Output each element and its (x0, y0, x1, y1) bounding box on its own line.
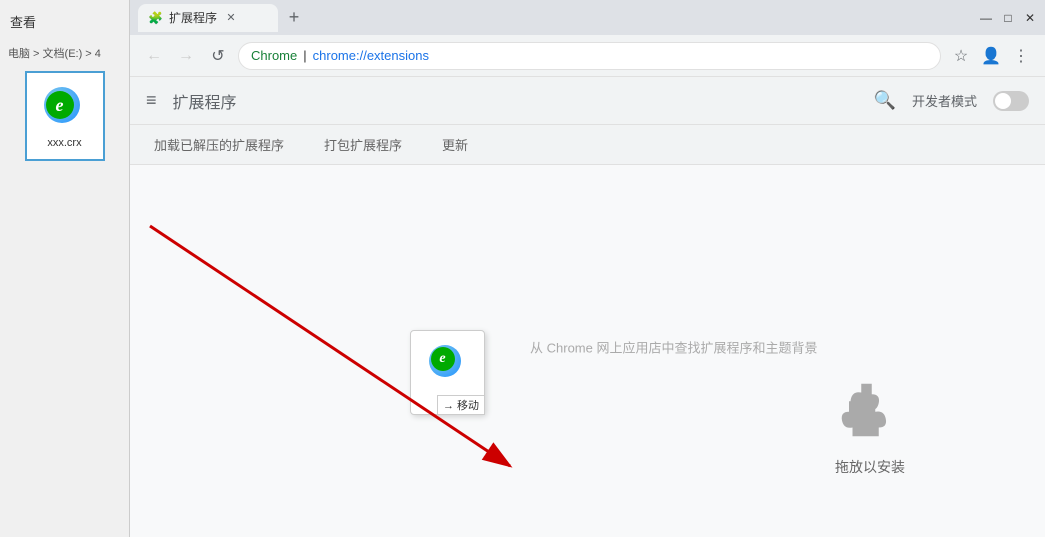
drop-label: 拖放以安装 (835, 457, 905, 477)
drop-zone: 拖放以安装 (835, 375, 905, 477)
ext-search-icon[interactable]: 🔍 (874, 90, 896, 111)
minimize-button[interactable]: — (979, 11, 993, 25)
url-path: chrome://extensions (313, 48, 429, 63)
new-tab-button[interactable]: + (280, 4, 308, 32)
menu-button[interactable]: ⋮ (1009, 44, 1033, 68)
dragging-file: e → 移动 (410, 330, 485, 415)
move-badge: → 移动 (437, 395, 485, 415)
maximize-button[interactable]: □ (1001, 11, 1015, 25)
left-panel: 查看 电脑 > 文档(E:) > 4 e xxx.crx (0, 0, 130, 537)
file-name-label: xxx.crx (47, 137, 81, 149)
extensions-page: ≡ 扩展程序 🔍 开发者模式 加载已解压的扩展程序 打包扩展程序 更新 从 Ch… (130, 77, 1045, 537)
window-controls: — □ ✕ (979, 11, 1037, 25)
page-fold (460, 338, 470, 348)
ext-menu-icon[interactable]: ≡ (146, 90, 157, 111)
url-bar[interactable]: Chrome | chrome://extensions (238, 42, 941, 70)
back-button[interactable]: ← (142, 44, 166, 68)
close-button[interactable]: ✕ (1023, 11, 1037, 25)
url-separator: | (303, 48, 306, 63)
tab-label: 扩展程序 (169, 9, 217, 26)
address-bar: ← → ↺ Chrome | chrome://extensions ☆ 👤 ⋮ (130, 35, 1045, 77)
tab-close-button[interactable]: ✕ (223, 10, 239, 26)
bookmark-button[interactable]: ☆ (949, 44, 973, 68)
title-bar: 🧩 扩展程序 ✕ + — □ ✕ (130, 0, 1045, 35)
view-label: 查看 (8, 8, 121, 35)
ext-page-title: 扩展程序 (173, 89, 858, 113)
update-button[interactable]: 更新 (434, 131, 476, 158)
breadcrumb: 电脑 > 文档(E:) > 4 (8, 45, 121, 61)
crx-file-icon: e (40, 83, 90, 133)
url-protocol: Chrome (251, 48, 297, 63)
ext-main-area: 从 Chrome 网上应用店中查找扩展程序和主题背景 e → 移动 (130, 165, 1045, 537)
extensions-toolbar: ≡ 扩展程序 🔍 开发者模式 (130, 77, 1045, 125)
reload-button[interactable]: ↺ (206, 44, 230, 68)
browser-window: 🧩 扩展程序 ✕ + — □ ✕ ← → ↺ Chrome | chrome:/… (130, 0, 1045, 537)
dev-mode-toggle[interactable] (993, 91, 1029, 111)
forward-button[interactable]: → (174, 44, 198, 68)
address-actions: ☆ 👤 ⋮ (949, 44, 1033, 68)
pack-extension-button[interactable]: 打包扩展程序 (316, 131, 410, 158)
account-button[interactable]: 👤 (979, 44, 1003, 68)
ext-action-bar: 加载已解压的扩展程序 打包扩展程序 更新 (130, 125, 1045, 165)
load-unpacked-button[interactable]: 加载已解压的扩展程序 (146, 131, 292, 158)
puzzle-icon (835, 375, 905, 445)
tab-icon: 🧩 (148, 11, 163, 25)
dragging-file-icon-wrapper: e (423, 337, 473, 392)
dragging-e: e (431, 347, 455, 371)
drop-hint-text: 从 Chrome 网上应用店中查找扩展程序和主题背景 (530, 338, 817, 357)
crx-file-item[interactable]: e xxx.crx (25, 71, 105, 161)
toggle-knob (995, 93, 1011, 109)
ie-e-letter: e (46, 91, 74, 119)
extensions-tab[interactable]: 🧩 扩展程序 ✕ (138, 4, 278, 32)
tab-bar: 🧩 扩展程序 ✕ + (138, 4, 979, 32)
dev-mode-label: 开发者模式 (912, 91, 977, 110)
